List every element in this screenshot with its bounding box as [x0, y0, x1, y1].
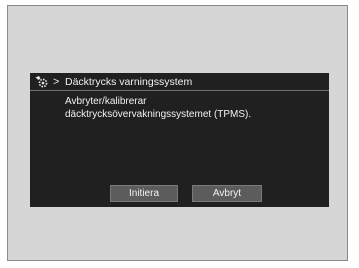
initiate-button[interactable]: Initiera [110, 185, 178, 202]
message-line-2: däcktrycksövervakningssystemet (TPMS). [65, 108, 252, 120]
dialog-message: Avbryter/kalibrerar däcktrycksövervaknin… [65, 96, 323, 121]
dialog-title: Däcktrycks varningssystem [65, 76, 193, 88]
dialog-title-bar: > Däcktrycks varningssystem [30, 73, 329, 91]
cancel-button[interactable]: Avbryt [192, 185, 262, 202]
settings-gear-icon [35, 76, 48, 88]
breadcrumb-separator: > [53, 76, 60, 88]
tpms-dialog-screen: > Däcktrycks varningssystem Avbryter/kal… [30, 73, 329, 207]
message-line-1: Avbryter/kalibrerar [65, 96, 147, 107]
